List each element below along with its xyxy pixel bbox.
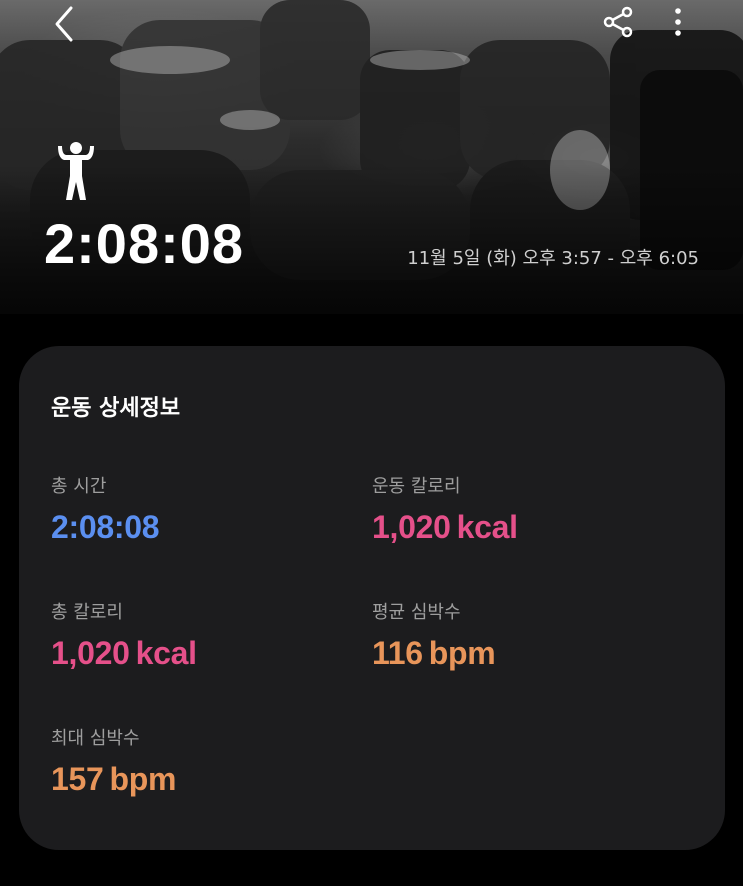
stat-average-heart-rate: 평균 심박수 116 bpm — [372, 602, 496, 671]
share-icon — [603, 6, 633, 38]
stat-total-calories: 총 칼로리 1,020 kcal — [51, 602, 197, 671]
stat-value: 2:08:08 — [51, 509, 160, 545]
stat-value: 1,020 kcal — [51, 635, 197, 671]
stat-label: 운동 칼로리 — [372, 476, 461, 497]
stat-label: 평균 심박수 — [372, 602, 461, 623]
stat-label: 총 칼로리 — [51, 602, 123, 623]
card-title: 운동 상세정보 — [51, 396, 181, 421]
stat-max-heart-rate: 최대 심박수 157 bpm — [51, 728, 177, 797]
weightlifting-person-icon — [58, 142, 94, 200]
stat-value: 1,020 kcal — [372, 509, 518, 545]
stat-exercise-calories: 운동 칼로리 1,020 kcal — [372, 476, 518, 545]
workout-duration: 2:08:08 — [44, 212, 245, 275]
stat-value: 116 bpm — [372, 635, 496, 671]
stat-label: 최대 심박수 — [51, 728, 140, 749]
workout-date-range: 11월 5일 (화) 오후 3:57 - 오후 6:05 — [407, 248, 699, 269]
workout-details-card: 운동 상세정보 총 시간 2:08:08 운동 칼로리 1,020 kcal 총 … — [19, 346, 725, 850]
chevron-left-icon — [55, 6, 73, 42]
share-button[interactable] — [596, 2, 640, 42]
stat-label: 총 시간 — [51, 476, 107, 497]
stat-value: 157 bpm — [51, 761, 177, 797]
more-vert-icon — [675, 8, 681, 36]
more-options-button[interactable] — [660, 2, 696, 42]
stat-total-time: 총 시간 2:08:08 — [51, 476, 160, 545]
back-button[interactable] — [44, 4, 84, 44]
workout-hero-banner: 2:08:08 11월 5일 (화) 오후 3:57 - 오후 6:05 — [0, 0, 743, 314]
